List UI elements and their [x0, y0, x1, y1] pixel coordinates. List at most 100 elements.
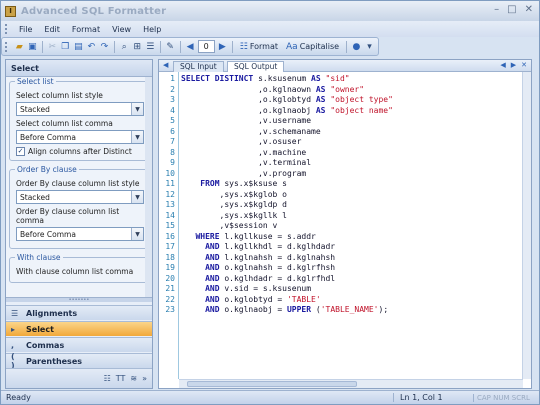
edit-icon[interactable]: ✎ [165, 40, 176, 53]
chevron-down-icon[interactable]: ▼ [131, 228, 143, 240]
code-line[interactable]: 11 FROM sys.x$ksuse s [159, 179, 523, 190]
open-folder-icon[interactable]: ▰ [14, 40, 25, 53]
code-line[interactable]: 15 ,v$session v [159, 221, 523, 232]
code-line[interactable]: 19 AND o.kglnahsh = d.kglrfhsh [159, 263, 523, 274]
nav-parentheses[interactable]: ( ) Parentheses [6, 352, 152, 370]
format-button[interactable]: ☷ Format [237, 42, 281, 52]
line-number: 15 [165, 221, 175, 230]
code-line[interactable]: 14 ,sys.x$kgllk l [159, 211, 523, 222]
menu-file[interactable]: File [14, 25, 37, 34]
tab-scroll-left-icon[interactable]: ◀ [163, 61, 168, 69]
sql-token: l.kgllkhdl = d.kglhdadr [219, 242, 336, 251]
line-number: 22 [165, 294, 175, 304]
sql-token: ,v.schemaname [181, 126, 321, 136]
chart-view-icon[interactable]: ≋ [130, 374, 137, 383]
configure-buttons-icon[interactable]: » [142, 374, 147, 383]
code-line[interactable]: 7 ,v.osuser [159, 137, 523, 148]
group-title: Select list [15, 77, 56, 86]
sql-token: ,o.kglnaobj [181, 105, 316, 115]
undo-icon[interactable]: ↶ [86, 40, 97, 53]
editor-vertical-scrollbar[interactable] [522, 72, 531, 379]
code-line[interactable]: 20 AND o.kglhdadr = d.kglrfhdl [159, 274, 523, 285]
toolbar-grip-icon [5, 41, 8, 52]
chevron-down-icon[interactable]: ▼ [131, 103, 143, 115]
sql-token: o.kglnahsh = d.kglrfhsh [219, 263, 336, 272]
maximize-icon[interactable]: □ [507, 4, 516, 15]
sql-editor[interactable]: ◀ SQL Input SQL Output ◀ ▶ ✕ 1 SELECT DIS… [158, 59, 532, 389]
select-comma-dropdown[interactable]: Before Comma ▼ [16, 130, 144, 144]
previous-page-icon[interactable]: ◀ [185, 40, 196, 53]
list-view-icon[interactable]: ☷ [104, 374, 111, 383]
menu-format[interactable]: Format [67, 25, 105, 34]
code-line[interactable]: 8 ,v.machine [159, 148, 523, 159]
code-line[interactable]: 22 AND o.kglobtyd = 'TABLE' [159, 295, 523, 306]
code-line[interactable]: 5 ,v.username [159, 116, 523, 127]
code-line[interactable]: 13 ,sys.x$kgldp d [159, 200, 523, 211]
scrollbar-thumb[interactable] [187, 381, 357, 387]
tab-close-icon[interactable]: ✕ [521, 61, 527, 69]
chevron-down-icon[interactable]: ▼ [131, 131, 143, 143]
code-line[interactable]: 21 AND v.sid = s.ksusenum [159, 284, 523, 295]
options-scrollbar[interactable] [145, 77, 152, 297]
editor-horizontal-scrollbar[interactable] [179, 379, 523, 388]
order-by-style-dropdown[interactable]: Stacked ▼ [16, 190, 144, 204]
checkbox-checked-icon[interactable]: ✓ [16, 147, 25, 156]
code-text: ,o.kglnaown AS "owner" [177, 85, 364, 96]
tab-prev-icon[interactable]: ◀ [500, 61, 505, 69]
code-line[interactable]: 17 AND l.kgllkhdl = d.kglhdadr [159, 242, 523, 253]
help-icon[interactable]: ● [351, 40, 362, 53]
nav-commas[interactable]: , Commas [6, 337, 152, 352]
code-text: ,o.kglnaobj AS "object name" [177, 106, 393, 117]
tab-sql-output[interactable]: SQL Output [227, 61, 285, 72]
menu-edit[interactable]: Edit [39, 25, 65, 34]
menu-help[interactable]: Help [138, 25, 166, 34]
list-icon[interactable]: ☰ [145, 40, 156, 53]
toolbar-separator [231, 40, 233, 53]
nav-select[interactable]: ▸ Select [6, 321, 152, 336]
code-text: AND o.kglobtyd = 'TABLE' [177, 295, 321, 306]
tab-next-icon[interactable]: ▶ [511, 61, 516, 69]
find-next-icon[interactable]: ⊞ [132, 40, 143, 53]
code-line[interactable]: 4 ,o.kglnaobj AS "object name" [159, 106, 523, 117]
select-style-dropdown[interactable]: Stacked ▼ [16, 102, 144, 116]
copy-icon[interactable]: ❐ [60, 40, 71, 53]
line-number: 2 [170, 84, 175, 94]
cursor-position: Ln 1, Col 1 [393, 393, 473, 402]
page-number-field[interactable]: 0 [197, 40, 215, 53]
line-number: 14 [165, 210, 175, 220]
code-line[interactable]: 1 SELECT DISTINCT s.ksusenum AS "sid" [159, 74, 523, 85]
minimize-icon[interactable]: – [494, 4, 499, 15]
align-columns-checkbox-row[interactable]: ✓ Align columns after Distinct [16, 147, 144, 156]
field-label: Select column list style [16, 91, 103, 100]
code-line[interactable]: 18 AND l.kglnahsh = d.kglnahsh [159, 253, 523, 264]
redo-icon[interactable]: ↷ [99, 40, 110, 53]
toolbar-overflow-icon[interactable]: ▾ [364, 40, 375, 53]
code-text: ,v.osuser [177, 137, 301, 148]
close-icon[interactable]: ✕ [525, 4, 533, 15]
code-line[interactable]: 3 ,o.kglobtyd AS "object type" [159, 95, 523, 106]
code-line[interactable]: 16 WHERE l.kgllkuse = s.addr [159, 232, 523, 243]
sql-token: ( [311, 305, 321, 314]
code-line[interactable]: 12 ,sys.x$kglob o [159, 190, 523, 201]
cut-icon[interactable]: ✂ [47, 40, 58, 53]
save-icon[interactable]: ▣ [27, 40, 38, 53]
paste-icon[interactable]: ▤ [73, 40, 84, 53]
panel-splitter[interactable]: ••••••• [6, 297, 152, 303]
tab-sql-input[interactable]: SQL Input [173, 61, 224, 72]
editor-tab-strip: ◀ SQL Input SQL Output ◀ ▶ ✕ [159, 60, 531, 72]
capitalise-button[interactable]: Aa Capitalise [283, 42, 342, 52]
chevron-down-icon[interactable]: ▼ [131, 191, 143, 203]
next-page-icon[interactable]: ▶ [217, 40, 228, 53]
menu-view[interactable]: View [107, 25, 136, 34]
code-line[interactable]: 2 ,o.kglnaown AS "owner" [159, 85, 523, 96]
nav-alignments[interactable]: ☰ Alignments [6, 305, 152, 320]
find-icon[interactable]: ⌕ [119, 40, 130, 53]
code-area[interactable]: 1 SELECT DISTINCT s.ksusenum AS "sid" 2 ,o… [159, 74, 523, 316]
code-line[interactable]: 23 AND o.kglnaobj = UPPER ('TABLE_NAME')… [159, 305, 523, 316]
text-view-icon[interactable]: TT [116, 374, 126, 383]
code-line[interactable]: 9 ,v.terminal [159, 158, 523, 169]
code-line[interactable]: 6 ,v.schemaname [159, 127, 523, 138]
order-by-comma-dropdown[interactable]: Before Comma ▼ [16, 227, 144, 241]
code-line[interactable]: 10 ,v.program [159, 169, 523, 180]
code-text: ,sys.x$kgllk l [177, 211, 287, 222]
